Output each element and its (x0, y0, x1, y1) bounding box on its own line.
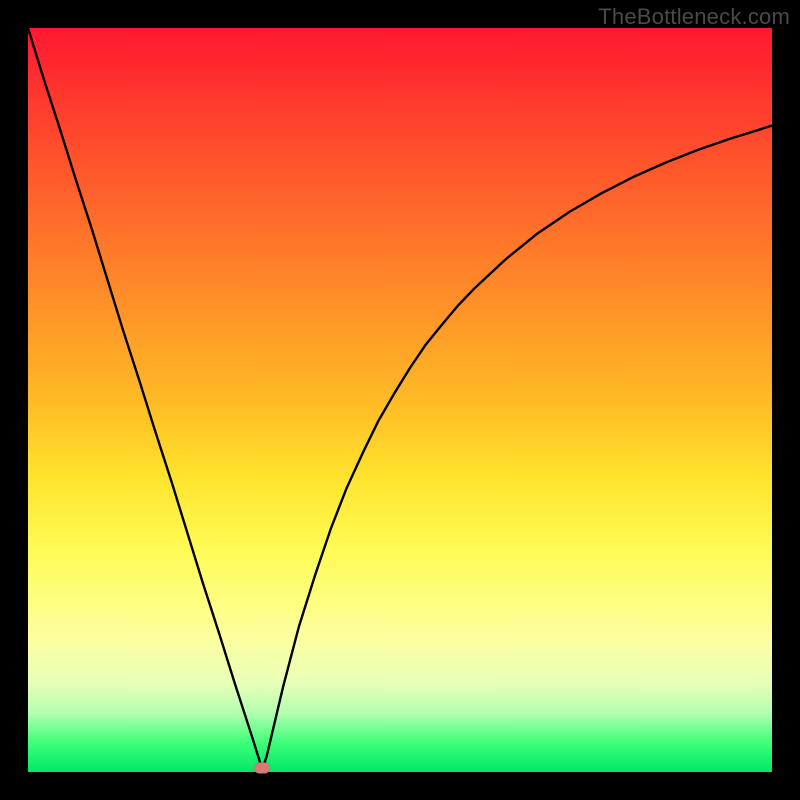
optimal-point-marker (254, 763, 270, 774)
chart-container: TheBottleneck.com (0, 0, 800, 800)
bottleneck-curve (28, 28, 772, 772)
plot-area (28, 28, 772, 772)
watermark-text: TheBottleneck.com (598, 4, 790, 30)
